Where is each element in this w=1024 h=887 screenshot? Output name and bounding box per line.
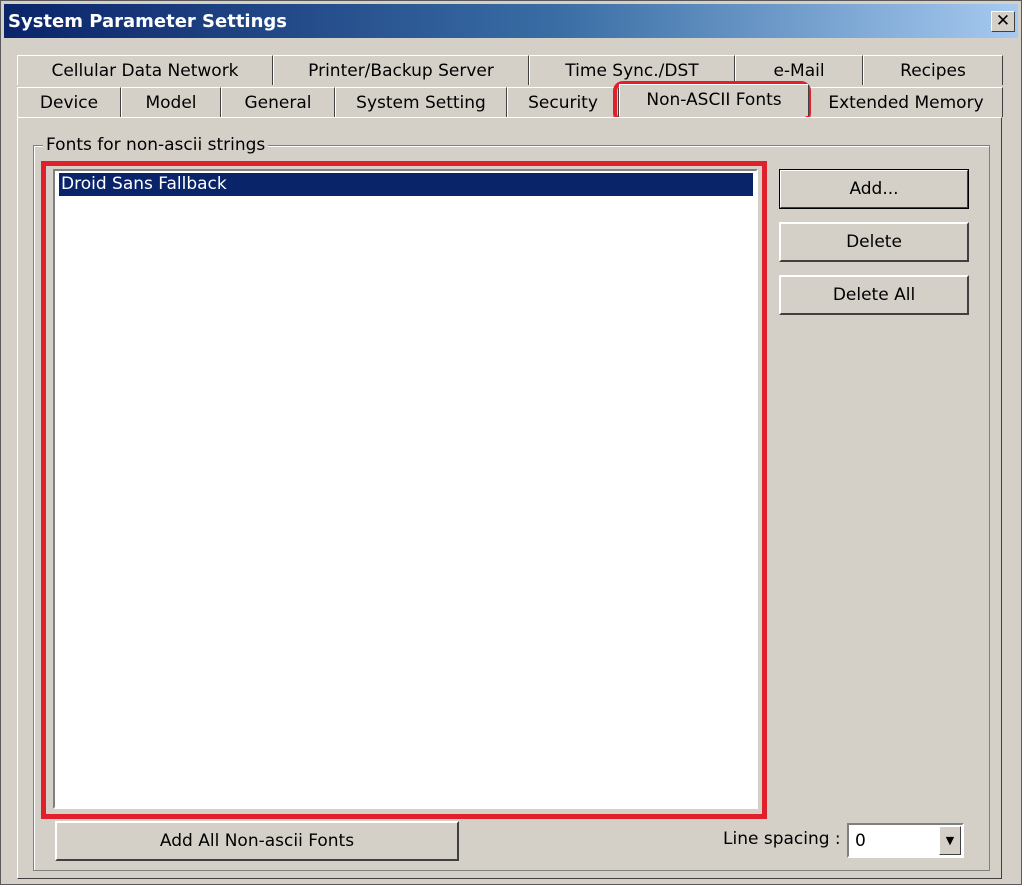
system-parameter-settings-window: System Parameter Settings ✕ Cellular Dat… <box>0 0 1022 885</box>
tab-model[interactable]: Model <box>121 87 221 117</box>
line-spacing-select[interactable]: 0 ▼ <box>847 823 964 858</box>
close-icon[interactable]: ✕ <box>991 11 1015 32</box>
fonts-group-legend: Fonts for non-ascii strings <box>43 135 269 155</box>
title-bar: System Parameter Settings ✕ <box>4 4 1018 38</box>
tab-device[interactable]: Device <box>17 87 121 117</box>
line-spacing-value: 0 <box>855 831 866 851</box>
tab-general[interactable]: General <box>221 87 335 117</box>
tab-system-setting[interactable]: System Setting <box>335 87 507 117</box>
tab-security[interactable]: Security <box>507 87 619 117</box>
delete-all-fonts-button[interactable]: Delete All <box>779 275 969 315</box>
listbox-highlight-annotation <box>41 161 767 819</box>
delete-font-button[interactable]: Delete <box>779 222 969 262</box>
tab-extended-memory[interactable]: Extended Memory <box>809 87 1003 117</box>
chevron-down-icon[interactable]: ▼ <box>939 826 961 855</box>
tab-printer-backup-server[interactable]: Printer/Backup Server <box>273 55 529 85</box>
add-all-non-ascii-fonts-button[interactable]: Add All Non-ascii Fonts <box>55 821 459 861</box>
window-title: System Parameter Settings <box>8 11 288 32</box>
tab-recipes[interactable]: Recipes <box>863 55 1003 85</box>
tab-non-ascii-fonts[interactable]: Non-ASCII Fonts <box>619 84 809 116</box>
line-spacing-label: Line spacing : <box>723 829 841 849</box>
tab-cellular-data-network[interactable]: Cellular Data Network <box>17 55 273 85</box>
add-font-button[interactable]: Add... <box>779 169 969 209</box>
